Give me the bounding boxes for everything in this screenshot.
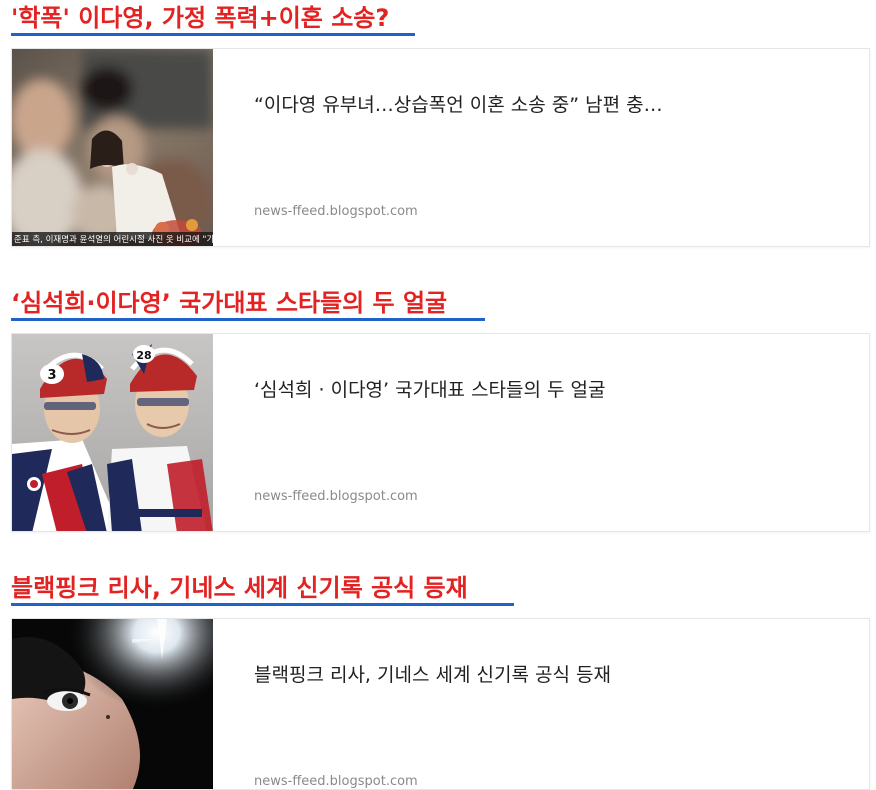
card-source: news-ffeed.blogspot.com (254, 204, 418, 219)
article-card[interactable]: 블랙핑크 리사, 기네스 세계 신기록 공식 등재 news-ffeed.blo… (11, 618, 870, 790)
article-headline-link[interactable]: ‘심석희·이다영’ 국가대표 스타들의 두 얼굴 (11, 287, 447, 319)
card-source: news-ffeed.blogspot.com (254, 489, 418, 504)
headline-underline (11, 603, 514, 606)
article-thumbnail (12, 619, 213, 789)
headline-underline (11, 318, 485, 321)
card-title[interactable]: ‘심석희 · 이다영’ 국가대표 스타들의 두 얼굴 (254, 377, 606, 403)
article-card[interactable]: 준표 측, 이재명과 윤석열의 어린시절 사진 옷 비교에 "가난이 스펙" “… (11, 48, 870, 247)
headline-underline (11, 33, 415, 36)
helmet-number: 28 (136, 349, 151, 362)
card-title[interactable]: “이다영 유부녀…상습폭언 이혼 소송 중” 남편 충… (254, 92, 663, 118)
card-title[interactable]: 블랙핑크 리사, 기네스 세계 신기록 공식 등재 (254, 662, 611, 688)
article-card[interactable]: 3 28 ‘심석희 · 이다영’ 국가대표 스타들의 두 얼굴 news-ffe… (11, 333, 870, 532)
article-headline-link[interactable]: 블랙핑크 리사, 기네스 세계 신기록 공식 등재 (11, 572, 468, 604)
card-source: news-ffeed.blogspot.com (254, 774, 418, 789)
helmet-number: 3 (47, 368, 56, 383)
article-thumbnail: 준표 측, 이재명과 윤석열의 어린시절 사진 옷 비교에 "가난이 스펙" (12, 49, 213, 246)
article-headline-link[interactable]: '학폭' 이다영, 가정 폭력+이혼 소송? (11, 2, 389, 34)
article-thumbnail: 3 28 (12, 334, 213, 531)
thumbnail-caption: 준표 측, 이재명과 윤석열의 어린시절 사진 옷 비교에 "가난이 스펙" (12, 232, 213, 246)
